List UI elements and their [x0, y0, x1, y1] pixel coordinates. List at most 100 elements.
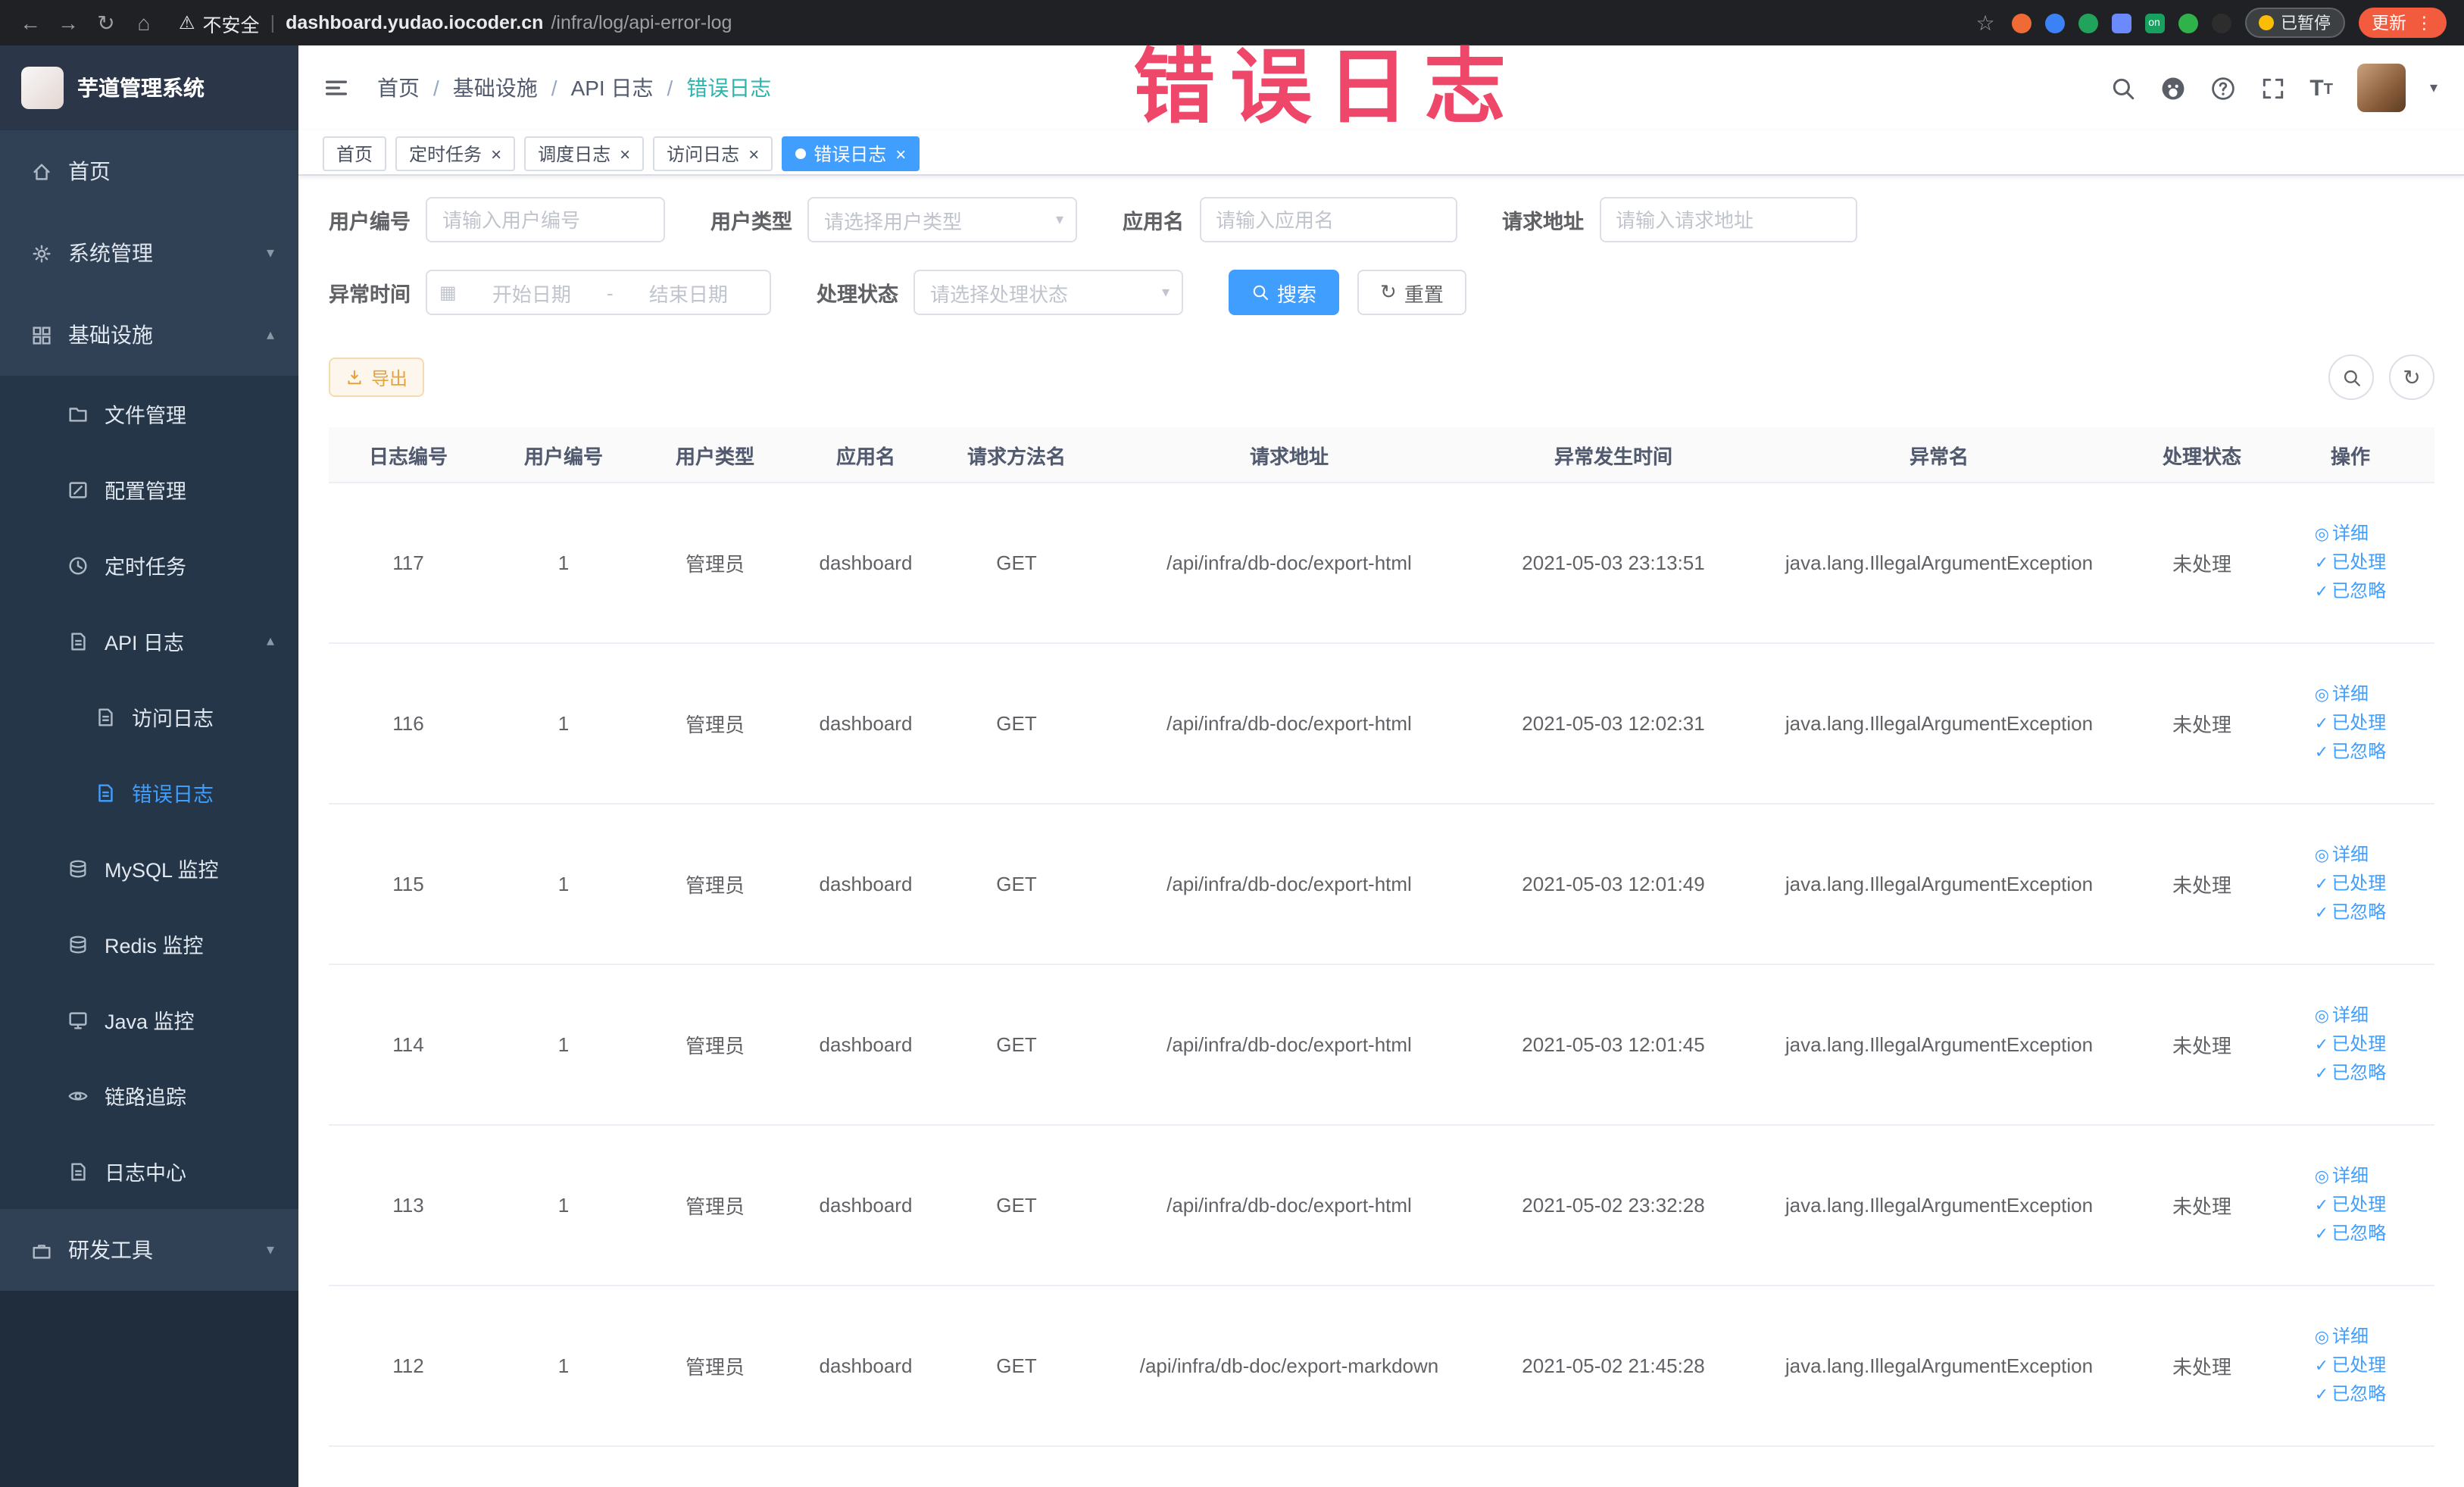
- question-icon[interactable]: [2209, 75, 2235, 101]
- user-type-select[interactable]: 请选择用户类型 ▾: [807, 197, 1077, 242]
- tab-home[interactable]: 首页: [323, 136, 387, 171]
- sidebar-item-access-log[interactable]: 访问日志: [0, 679, 298, 754]
- eye-icon: ◎: [2314, 526, 2329, 544]
- update-button[interactable]: 更新 ⋮: [2358, 8, 2447, 38]
- fullscreen-icon[interactable]: [2259, 75, 2285, 101]
- sidebar-item-file[interactable]: 文件管理: [0, 376, 298, 451]
- sidebar-item-redis[interactable]: Redis 监控: [0, 906, 298, 982]
- sidebar-item-error-log[interactable]: 错误日志: [0, 754, 298, 830]
- close-icon[interactable]: ×: [489, 143, 501, 164]
- close-icon[interactable]: ×: [618, 143, 630, 164]
- site-security[interactable]: ⚠ 不安全 | dashboard.yudao.iocoder.cn/infra…: [179, 8, 732, 37]
- user-id-input[interactable]: [426, 197, 665, 242]
- cell-user-id: 1: [488, 1125, 639, 1286]
- process-status-select[interactable]: 请选择处理状态 ▾: [913, 270, 1183, 315]
- cell-exception: java.lang.IllegalArgumentException: [1741, 804, 2138, 965]
- chevron-down-icon: ▾: [266, 1242, 274, 1258]
- detail-link[interactable]: ◎ 详细: [2315, 1323, 2386, 1351]
- mark-processed-link[interactable]: ✓ 已处理: [2315, 1351, 2386, 1380]
- sidebar-item-trace[interactable]: 链路追踪: [0, 1057, 298, 1133]
- mark-processed-link[interactable]: ✓ 已处理: [2315, 870, 2386, 898]
- reload-icon[interactable]: ↻: [94, 10, 118, 36]
- app-logo[interactable]: 芋道管理系统: [0, 45, 298, 130]
- mark-ignored-link[interactable]: ✓ 已忽略: [2315, 898, 2386, 927]
- tab-access-log[interactable]: 访问日志 ×: [653, 136, 773, 171]
- toolbar-icons: ↻: [2328, 355, 2434, 400]
- app-name-input[interactable]: [1199, 197, 1457, 242]
- col-status: 处理状态: [2138, 427, 2266, 483]
- search-icon[interactable]: [2110, 75, 2135, 101]
- github-icon[interactable]: [2160, 75, 2185, 101]
- more-menu-icon[interactable]: ⋮: [2416, 12, 2433, 33]
- sidebar-item-system[interactable]: 系统管理 ▾: [0, 212, 298, 294]
- paused-chip[interactable]: 已暂停: [2244, 8, 2344, 38]
- breadcrumb-item[interactable]: API 日志: [571, 73, 654, 103]
- detail-link[interactable]: ◎ 详细: [2315, 1162, 2386, 1191]
- chevron-down-icon[interactable]: ▾: [2430, 80, 2437, 96]
- url-path[interactable]: /infra/log/api-error-log: [551, 12, 732, 33]
- mark-ignored-link[interactable]: ✓ 已忽略: [2315, 577, 2386, 606]
- sidebar-item-home[interactable]: 首页: [0, 130, 298, 212]
- button-label: 搜索: [1277, 283, 1317, 305]
- cell-actions: ◎ 详细 ✓ 已处理 ✓ 已忽略: [2266, 643, 2434, 804]
- button-label: 重置: [1404, 283, 1444, 305]
- sidebar-item-infra[interactable]: 基础设施 ▴: [0, 294, 298, 376]
- mark-ignored-link[interactable]: ✓ 已忽略: [2315, 1059, 2386, 1088]
- sidebar-item-devtools[interactable]: 研发工具 ▾: [0, 1209, 298, 1291]
- monitor-icon: [67, 1008, 89, 1031]
- extension-icon-1[interactable]: [2011, 13, 2031, 33]
- extension-leaf-icon[interactable]: [2178, 13, 2197, 33]
- mark-ignored-link[interactable]: ✓ 已忽略: [2315, 1220, 2386, 1248]
- mark-ignored-link[interactable]: ✓ 已忽略: [2315, 738, 2386, 767]
- sidebar-item-job[interactable]: 定时任务: [0, 527, 298, 603]
- mark-processed-link[interactable]: ✓ 已处理: [2315, 548, 2386, 577]
- sidebar-item-mysql[interactable]: MySQL 监控: [0, 830, 298, 906]
- cell-user-id: 1: [488, 483, 639, 644]
- extension-on-icon[interactable]: on: [2144, 13, 2164, 33]
- mark-ignored-link[interactable]: ✓ 已忽略: [2315, 1380, 2386, 1409]
- forward-icon[interactable]: →: [56, 11, 80, 35]
- detail-link[interactable]: ◎ 详细: [2315, 680, 2386, 709]
- table-row: 114 1 管理员 dashboard GET /api/infra/db-do…: [329, 964, 2434, 1126]
- eye-icon: ◎: [2314, 1007, 2329, 1026]
- font-size-icon[interactable]: T T: [2309, 77, 2333, 99]
- tab-error-log[interactable]: 错误日志 ×: [782, 136, 920, 171]
- tab-job-log[interactable]: 调度日志 ×: [524, 136, 645, 171]
- close-icon[interactable]: ×: [747, 143, 759, 164]
- grid-icon: [30, 323, 53, 346]
- toggle-search-button[interactable]: [2328, 355, 2374, 400]
- request-url-input[interactable]: [1599, 197, 1857, 242]
- home-icon[interactable]: ⌂: [132, 11, 156, 35]
- extension-paw-icon[interactable]: [2211, 13, 2231, 33]
- breadcrumb-item[interactable]: 基础设施: [453, 73, 538, 103]
- hamburger-icon[interactable]: [323, 74, 350, 102]
- extension-icon-2[interactable]: [2044, 13, 2064, 33]
- date-range-picker[interactable]: ▦ 开始日期 - 结束日期: [426, 270, 771, 315]
- sidebar-item-api-log[interactable]: API 日志 ▴: [0, 603, 298, 679]
- detail-link[interactable]: ◎ 详细: [2315, 520, 2386, 548]
- sidebar-item-java[interactable]: Java 监控: [0, 982, 298, 1057]
- mark-processed-link[interactable]: ✓ 已处理: [2315, 709, 2386, 738]
- tab-job[interactable]: 定时任务 ×: [395, 136, 516, 171]
- detail-link[interactable]: ◎ 详细: [2315, 841, 2386, 870]
- extension-icon-4[interactable]: [2111, 13, 2131, 33]
- annotation-error-log-label: 错误日志: [1133, 42, 1521, 133]
- avatar[interactable]: [2356, 64, 2406, 112]
- export-button[interactable]: 导出: [329, 358, 425, 397]
- chevron-up-icon: ▴: [266, 633, 274, 649]
- search-button[interactable]: 搜索: [1229, 270, 1340, 315]
- reset-button[interactable]: ↻ 重置: [1357, 270, 1466, 315]
- eye-icon: ◎: [2314, 1168, 2329, 1186]
- url-domain[interactable]: dashboard.yudao.iocoder.cn: [286, 12, 543, 33]
- mark-processed-link[interactable]: ✓ 已处理: [2315, 1191, 2386, 1220]
- refresh-button[interactable]: ↻: [2389, 355, 2434, 400]
- detail-link[interactable]: ◎ 详细: [2315, 1001, 2386, 1030]
- back-icon[interactable]: ←: [18, 11, 42, 35]
- close-icon[interactable]: ×: [894, 143, 906, 164]
- sidebar-item-log-center[interactable]: 日志中心: [0, 1133, 298, 1209]
- breadcrumb-item[interactable]: 首页: [377, 73, 420, 103]
- sidebar-item-config[interactable]: 配置管理: [0, 451, 298, 527]
- bookmark-star-icon[interactable]: ☆: [1973, 10, 1997, 36]
- mark-processed-link[interactable]: ✓ 已处理: [2315, 1030, 2386, 1059]
- extension-icon-3[interactable]: [2078, 13, 2097, 33]
